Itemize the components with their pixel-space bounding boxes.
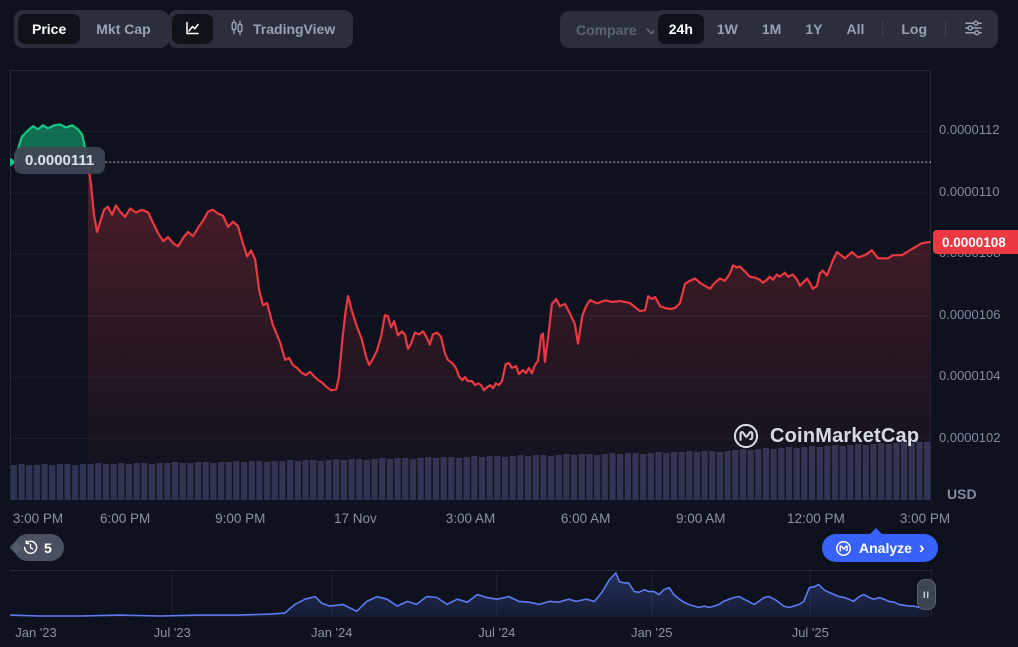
history-count: 5 <box>44 540 52 556</box>
sliders-icon <box>964 20 983 39</box>
x-tick-label: 3:00 PM <box>13 511 63 526</box>
navigator-tick-label: Jan '25 <box>631 625 673 640</box>
log-scale-toggle[interactable]: Log <box>890 14 938 44</box>
history-navigator[interactable] <box>10 570 932 617</box>
price-chart-panel: Price Mkt Cap TradingView Compar <box>0 0 1018 647</box>
x-tick-label: 3:00 AM <box>446 511 496 526</box>
x-tick-label: 6:00 AM <box>561 511 611 526</box>
x-tick-label: 9:00 AM <box>676 511 726 526</box>
range-toggle-group: 24h 1W 1M 1Y All Log <box>654 10 998 48</box>
tab-mkt-cap[interactable]: Mkt Cap <box>82 14 164 44</box>
range-1w-label: 1W <box>717 21 738 37</box>
divider <box>882 21 883 37</box>
range-1w[interactable]: 1W <box>706 14 749 44</box>
line-chart-type-button[interactable] <box>172 14 213 44</box>
range-1y-label: 1Y <box>805 21 822 37</box>
range-all-label: All <box>846 21 864 37</box>
navigator-resize-handle[interactable]: II <box>917 579 936 610</box>
watermark-text: CoinMarketCap <box>770 425 919 448</box>
range-1y[interactable]: 1Y <box>794 14 833 44</box>
range-24h-label: 24h <box>669 21 693 37</box>
navigator-tick-label: Jul '24 <box>478 625 515 640</box>
tradingview-button[interactable]: TradingView <box>215 14 349 44</box>
log-label: Log <box>901 21 927 37</box>
history-count-chip[interactable]: 5 <box>14 534 64 561</box>
tab-mkt-cap-label: Mkt Cap <box>96 21 150 37</box>
navigator-tick-label: Jul '25 <box>792 625 829 640</box>
divider <box>945 21 946 37</box>
range-1m-label: 1M <box>762 21 781 37</box>
chart-type-group: TradingView <box>168 10 353 48</box>
coinmarketcap-watermark: CoinMarketCap <box>732 422 919 450</box>
range-all[interactable]: All <box>835 14 875 44</box>
metric-toggle-group: Price Mkt Cap <box>14 10 169 48</box>
compare-label: Compare <box>576 22 637 38</box>
analyze-notch <box>870 528 882 534</box>
chart-settings-button[interactable] <box>953 14 994 44</box>
analyze-label: Analyze <box>859 540 912 556</box>
last-price-badge: 0.0000108 <box>933 230 1018 254</box>
x-tick-label: 17 Nov <box>334 511 377 526</box>
range-1m[interactable]: 1M <box>751 14 792 44</box>
analyze-button[interactable]: Analyze › <box>822 534 938 562</box>
y-tick-label: 0.0000110 <box>939 184 1000 199</box>
axis-unit-label: USD <box>947 486 977 502</box>
navigator-tick-label: Jan '24 <box>311 625 353 640</box>
tradingview-label: TradingView <box>253 21 335 37</box>
y-tick-label: 0.0000104 <box>939 368 1000 383</box>
cmc-logo-icon <box>835 540 852 557</box>
chevron-right-icon: › <box>919 539 925 556</box>
tab-price-label: Price <box>32 21 66 37</box>
navigator-area <box>10 573 929 617</box>
x-tick-label: 3:00 PM <box>900 511 950 526</box>
x-tick-label: 9:00 PM <box>215 511 265 526</box>
y-tick-label: 0.0000112 <box>939 122 1000 137</box>
clock-history-icon <box>23 540 38 555</box>
navigator-tick-label: Jul '23 <box>154 625 191 640</box>
x-tick-label: 12:00 PM <box>787 511 845 526</box>
prev-close-price-label: 0.0000111 <box>14 147 105 174</box>
navigator-tick-label: Jan '23 <box>15 625 57 640</box>
line-chart-icon <box>184 20 201 39</box>
x-tick-label: 6:00 PM <box>100 511 150 526</box>
tab-price[interactable]: Price <box>18 14 80 44</box>
candlestick-icon <box>229 19 245 39</box>
chip-tail <box>9 541 22 554</box>
coinmarketcap-logo-icon <box>732 422 760 450</box>
y-tick-label: 0.0000102 <box>939 430 1000 445</box>
y-tick-label: 0.0000106 <box>939 307 1000 322</box>
range-24h[interactable]: 24h <box>658 14 704 44</box>
